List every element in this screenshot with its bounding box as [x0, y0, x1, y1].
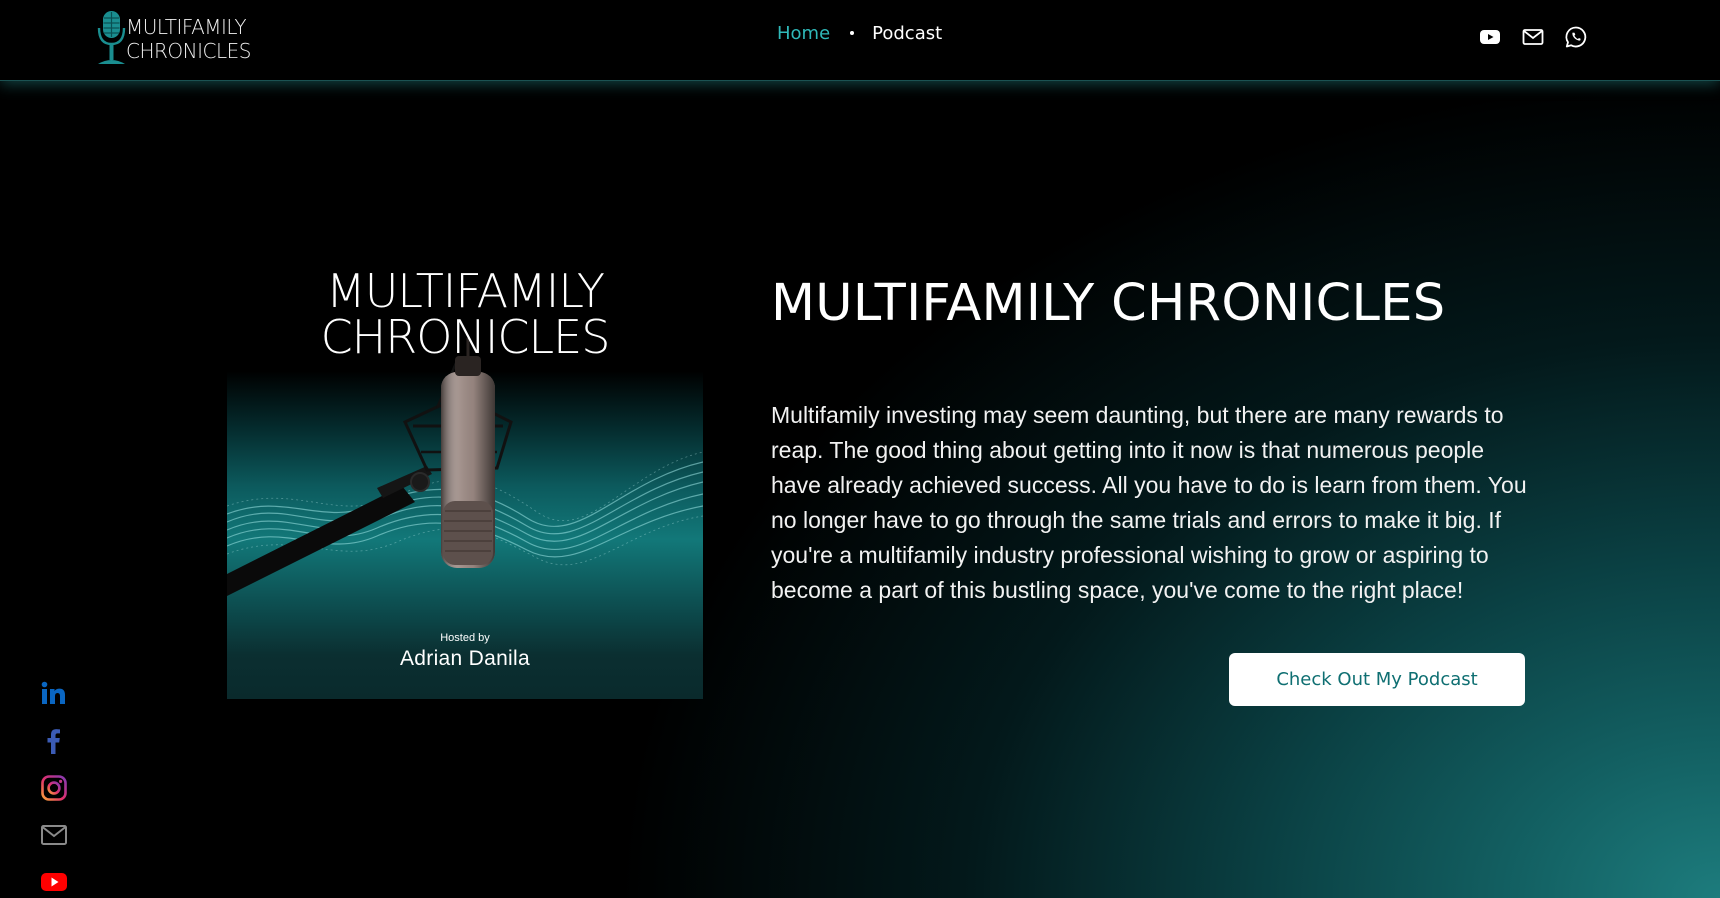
- site-header: MULTIFAMILY CHRONICLES Home Podcast: [0, 0, 1720, 81]
- cover-hosted-by: Hosted by: [440, 632, 490, 644]
- mail-icon[interactable]: [1521, 25, 1545, 49]
- header-social-links: [1478, 25, 1588, 49]
- youtube-icon[interactable]: [1478, 25, 1502, 49]
- logo-line-1: MULTIFAMILY: [126, 15, 247, 39]
- instagram-icon[interactable]: [40, 774, 68, 802]
- logo-line-2: CHRONICLES: [126, 39, 251, 63]
- youtube-icon[interactable]: [40, 868, 68, 896]
- linkedin-icon[interactable]: [40, 680, 68, 708]
- page: MULTIFAMILY CHRONICLES Home Podcast MULT…: [0, 0, 1720, 898]
- check-out-podcast-button[interactable]: Check Out My Podcast: [1229, 653, 1525, 706]
- hero-title: MULTIFAMILY CHRONICLES: [771, 274, 1446, 333]
- hero-description: Multifamily investing may seem daunting,…: [771, 402, 1527, 603]
- cover-title-line-2: CHRONICLES: [320, 310, 611, 364]
- mail-icon[interactable]: [40, 821, 68, 849]
- cover-title-line-1: MULTIFAMILY: [326, 264, 605, 318]
- nav-separator-dot: [850, 31, 855, 35]
- nav-home-link[interactable]: Home: [777, 23, 830, 44]
- site-logo[interactable]: MULTIFAMILY CHRONICLES: [94, 10, 284, 66]
- side-social-bar: [40, 680, 70, 898]
- microphone-logo-icon: [97, 11, 126, 64]
- facebook-icon[interactable]: [40, 727, 68, 755]
- logo-wordmark: MULTIFAMILY CHRONICLES: [126, 15, 251, 63]
- podcast-cover-image: MULTIFAMILY CHRONICLES Hosted by Adrian …: [227, 256, 703, 699]
- main-nav: Home Podcast: [777, 20, 942, 46]
- whatsapp-icon[interactable]: [1564, 25, 1588, 49]
- cover-title: MULTIFAMILY CHRONICLES: [227, 268, 703, 360]
- cover-host-name: Adrian Danila: [400, 647, 530, 670]
- nav-podcast-link[interactable]: Podcast: [872, 23, 942, 44]
